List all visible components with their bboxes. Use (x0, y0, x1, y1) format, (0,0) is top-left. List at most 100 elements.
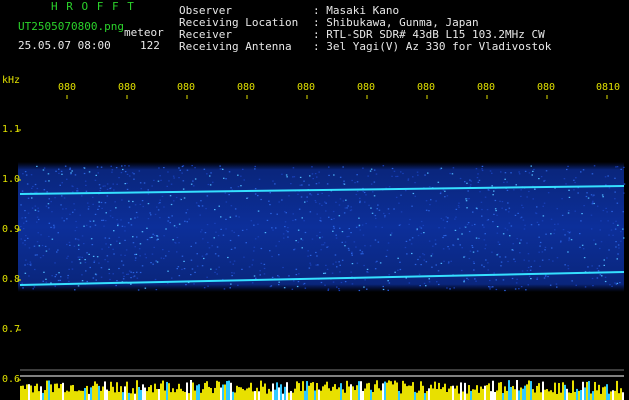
noise-dot (568, 189, 570, 191)
noise-dot (144, 253, 146, 255)
noise-dot (408, 223, 410, 225)
noise-dot (134, 259, 137, 261)
noise-dot (472, 261, 475, 263)
activity-bar (558, 383, 560, 400)
noise-dot (284, 211, 286, 213)
noise-dot (615, 283, 618, 285)
noise-dot (54, 285, 56, 287)
activity-bar (380, 390, 382, 400)
noise-dot (237, 235, 240, 237)
noise-dot (36, 241, 39, 243)
noise-dot (533, 168, 535, 171)
noise-dot (391, 232, 393, 234)
noise-dot (111, 171, 113, 173)
noise-dot (166, 185, 168, 187)
noise-dot (323, 272, 325, 274)
noise-dot (169, 222, 171, 224)
activity-bar (92, 385, 94, 400)
noise-dot (567, 212, 570, 214)
noise-dot (297, 281, 300, 283)
noise-dot (384, 215, 386, 217)
noise-dot (288, 195, 290, 197)
activity-bar (300, 391, 302, 400)
noise-dot (620, 168, 622, 170)
activity-bar (436, 388, 438, 400)
noise-dot (547, 275, 549, 278)
noise-dot (83, 225, 85, 227)
noise-dot (502, 233, 505, 235)
noise-dot (215, 231, 217, 233)
noise-dot (240, 175, 242, 177)
noise-dot (443, 227, 446, 229)
noise-dot (45, 250, 48, 252)
noise-dot (531, 174, 533, 176)
noise-dot (316, 235, 318, 237)
noise-dot (575, 284, 577, 286)
activity-bar (272, 383, 274, 400)
noise-dot (442, 236, 444, 239)
noise-dot (212, 181, 214, 183)
noise-dot (446, 195, 449, 197)
noise-dot (33, 286, 36, 288)
noise-dot (606, 257, 608, 259)
noise-dot (544, 249, 546, 251)
noise-dot (534, 188, 536, 190)
noise-dot (186, 221, 188, 223)
noise-dot (67, 274, 69, 277)
noise-dot (454, 229, 457, 231)
noise-dot (230, 187, 232, 189)
noise-dot (615, 220, 617, 222)
noise-dot (72, 211, 74, 213)
noise-dot (481, 224, 484, 226)
noise-dot (91, 244, 94, 246)
noise-dot (24, 239, 26, 242)
activity-bar (38, 391, 40, 400)
noise-dot (397, 257, 399, 259)
noise-dot (549, 284, 552, 286)
noise-dot (616, 166, 619, 168)
activity-bar (460, 382, 462, 400)
noise-dot (496, 254, 498, 256)
noise-dot (581, 213, 583, 215)
noise-dot (520, 189, 522, 191)
noise-dot (165, 255, 167, 257)
activity-bar (586, 381, 588, 400)
noise-dot (263, 273, 266, 275)
noise-dot (139, 243, 142, 245)
noise-dot (33, 245, 36, 247)
noise-dot (288, 275, 290, 277)
noise-dot (266, 219, 269, 221)
noise-dot (375, 173, 378, 175)
noise-dot (147, 193, 150, 195)
noise-dot (469, 179, 471, 181)
noise-dot (496, 214, 498, 216)
noise-dot (439, 168, 442, 170)
noise-dot (135, 211, 138, 214)
noise-dot (319, 217, 322, 219)
noise-dot (21, 282, 23, 284)
activity-bar (482, 388, 484, 400)
noise-dot (73, 245, 76, 247)
activity-bar (314, 390, 316, 400)
noise-dot (361, 224, 364, 226)
noise-dot (564, 264, 566, 266)
noise-dot (156, 239, 158, 241)
noise-dot (319, 231, 321, 233)
noise-dot (332, 225, 335, 227)
noise-dot (201, 265, 204, 267)
noise-dot (213, 237, 215, 239)
noise-dot (338, 204, 341, 206)
noise-dot (304, 231, 307, 234)
noise-dot (519, 252, 521, 254)
noise-dot (127, 222, 130, 224)
noise-dot (488, 286, 491, 288)
noise-dot (94, 179, 97, 181)
noise-dot (556, 208, 558, 210)
noise-dot (83, 167, 86, 169)
noise-dot (95, 174, 97, 176)
noise-dot (459, 177, 462, 180)
noise-dot (412, 192, 415, 195)
noise-dot (435, 264, 437, 266)
noise-dot (112, 183, 114, 185)
noise-dot (272, 229, 274, 231)
